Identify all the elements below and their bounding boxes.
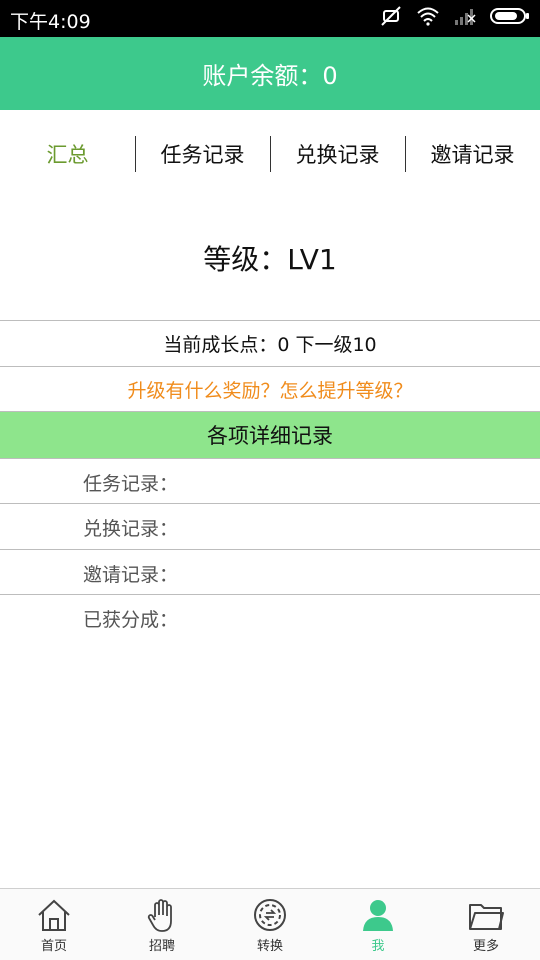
nav-home-label: 首页 [40, 939, 67, 954]
status-icons [380, 6, 530, 30]
detail-section-title: 各项详细记录 [0, 411, 540, 458]
tab-exchange-records[interactable]: 兑换记录 [270, 132, 405, 176]
battery-icon [490, 7, 530, 29]
page-title: 账户余额：0 [202, 62, 338, 90]
tab-task-records[interactable]: 任务记录 [135, 132, 270, 176]
nav-recruit-label: 招聘 [148, 939, 175, 954]
nav-recruit[interactable]: 招聘 [108, 889, 216, 960]
wifi-icon [416, 6, 440, 30]
folder-icon [469, 904, 504, 930]
level-text: 等级：LV1 [203, 243, 337, 276]
detail-label-invite: 邀请记录： [83, 564, 179, 586]
nav-more[interactable]: 更多 [432, 889, 540, 960]
exchange-icon [254, 899, 286, 931]
detail-label-commission: 已获分成： [83, 609, 179, 631]
nav-more-label: 更多 [472, 939, 499, 954]
detail-row-exchange: 兑换记录： [0, 503, 540, 549]
signal-icon [454, 6, 476, 30]
home-icon [38, 899, 70, 931]
user-icon [363, 900, 393, 931]
tab-invite-records[interactable]: 邀请记录 [405, 132, 540, 176]
hand-icon [147, 899, 172, 932]
detail-row-invite: 邀请记录： [0, 549, 540, 595]
bottom-nav: 首页 招聘 转换 我 更多 [0, 888, 540, 960]
tab-summary[interactable]: 汇总 [0, 132, 135, 176]
nav-exchange[interactable]: 转换 [216, 889, 324, 960]
header-bar: 账户余额：0 [0, 37, 540, 110]
nav-me-label: 我 [371, 939, 385, 954]
nav-me[interactable]: 我 [324, 889, 432, 960]
nav-home[interactable]: 首页 [0, 889, 108, 960]
tab-bar: 汇总 任务记录 兑换记录 邀请记录 [0, 132, 540, 176]
status-bar: 下午4:09 [0, 0, 540, 37]
status-time: 下午4:09 [10, 11, 91, 33]
nav-exchange-label: 转换 [256, 939, 283, 954]
mute-icon [380, 5, 402, 31]
upgrade-reward-link[interactable]: 升级有什么奖励？怎么提升等级？ [0, 366, 540, 412]
detail-row-commission: 已获分成： [0, 594, 540, 640]
growth-points-row: 当前成长点：0 下一级10 [0, 320, 540, 366]
detail-label-tasks: 任务记录： [83, 473, 179, 495]
detail-label-exchange: 兑换记录： [83, 518, 179, 540]
detail-row-tasks: 任务记录： [0, 458, 540, 504]
